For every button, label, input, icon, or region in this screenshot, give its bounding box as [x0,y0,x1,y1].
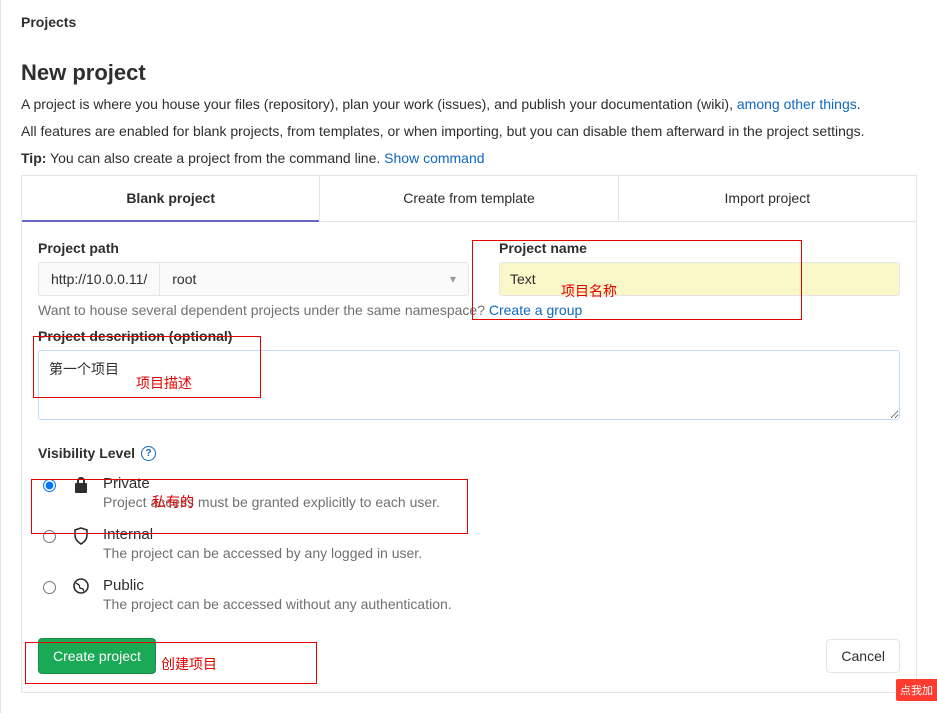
helper-text: Want to house several dependent projects… [38,302,489,318]
visibility-private-desc: Project access must be granted explicitl… [103,494,440,510]
among-other-things-link[interactable]: among other things [737,96,857,112]
visibility-radio-internal[interactable] [43,530,56,543]
create-group-link[interactable]: Create a group [489,302,582,318]
blank-project-panel: Project path http://10.0.0.11/ root ▾ Pr… [21,222,917,693]
visibility-private-title: Private [103,475,440,492]
tab-create-from-template[interactable]: Create from template [319,176,617,222]
visibility-option-internal[interactable]: Internal The project can be accessed by … [38,522,900,573]
breadcrumb: Projects [1,0,937,42]
globe-icon [71,578,91,594]
project-description-label: Project description (optional) [38,328,900,344]
project-path-prefix: http://10.0.0.11/ [38,262,159,296]
page-title: New project [21,60,917,86]
visibility-radio-public[interactable] [43,581,56,594]
shield-icon [71,527,91,545]
intro-line-1: A project is where you house your files … [21,94,917,115]
visibility-option-public[interactable]: Public The project can be accessed witho… [38,573,900,624]
visibility-option-private[interactable]: Private Project access must be granted e… [38,471,900,522]
intro-suffix: . [857,96,861,112]
project-type-tabs: Blank project Create from template Impor… [21,175,917,222]
tip-label: Tip: [21,150,46,166]
intro-line-2: All features are enabled for blank proje… [21,121,917,142]
lock-icon [71,476,91,494]
namespace-value: root [172,271,196,287]
tip-line: Tip: You can also create a project from … [21,148,917,169]
project-description-input[interactable] [38,350,900,420]
namespace-select[interactable]: root ▾ [159,262,469,296]
chevron-down-icon: ▾ [450,272,456,286]
cancel-button[interactable]: Cancel [826,639,900,673]
corner-badge[interactable]: 点我加 [896,679,937,701]
project-name-input[interactable] [499,262,900,296]
project-path-label: Project path [38,240,469,256]
project-name-label: Project name [499,240,900,256]
tab-import-project[interactable]: Import project [618,176,916,222]
visibility-public-title: Public [103,577,452,594]
visibility-public-desc: The project can be accessed without any … [103,596,452,612]
show-command-link[interactable]: Show command [384,150,484,166]
visibility-level-label: Visibility Level [38,445,135,461]
help-icon[interactable]: ? [141,446,156,461]
tab-blank-project[interactable]: Blank project [22,176,319,222]
visibility-internal-desc: The project can be accessed by any logge… [103,545,422,561]
intro-text: A project is where you house your files … [21,96,737,112]
visibility-radio-private[interactable] [43,479,56,492]
namespace-helper: Want to house several dependent projects… [38,302,900,318]
create-project-button[interactable]: Create project [38,638,156,674]
visibility-internal-title: Internal [103,526,422,543]
tip-text: You can also create a project from the c… [46,150,384,166]
